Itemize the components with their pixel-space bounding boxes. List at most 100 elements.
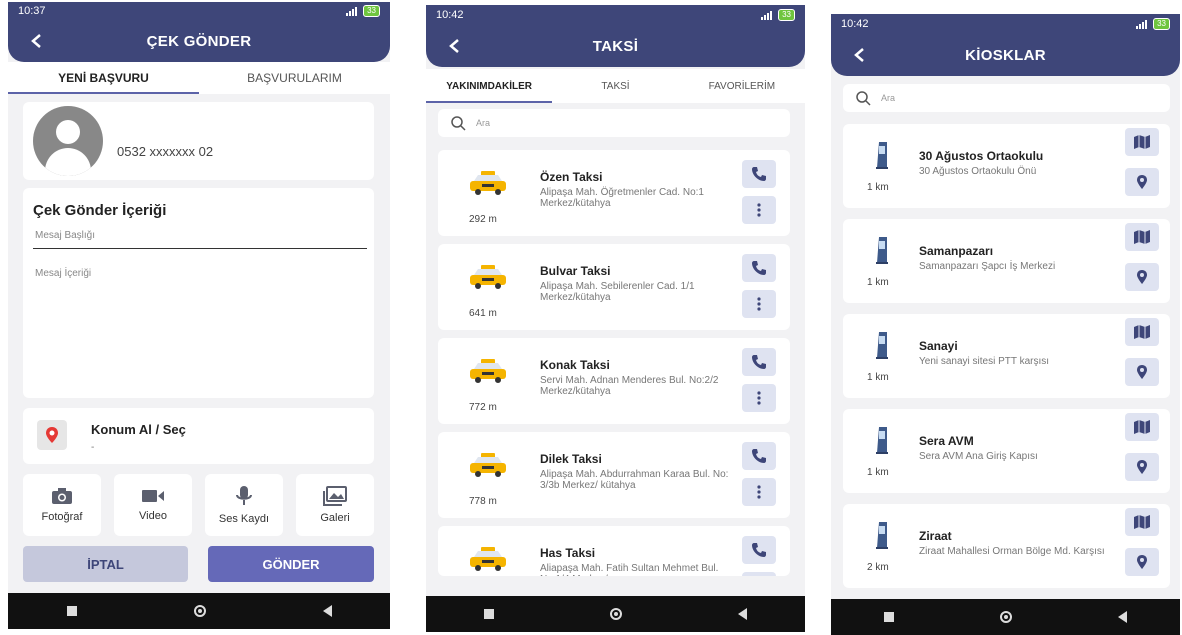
- taxi-list-item[interactable]: 292 m Özen Taksi Alipaşa Mah. Öğretmenle…: [438, 150, 790, 236]
- back-icon[interactable]: [738, 608, 747, 620]
- app-bar: ÇEK GÖNDER: [8, 20, 390, 62]
- more-options-button[interactable]: [742, 290, 776, 318]
- system-nav-bar: [8, 593, 390, 629]
- search-input[interactable]: Ara: [843, 84, 1170, 112]
- location-button[interactable]: [1125, 358, 1159, 386]
- map-button[interactable]: [1125, 413, 1159, 441]
- tab-nearby[interactable]: YAKINIMDAKİLER: [426, 69, 553, 103]
- voice-record-button[interactable]: Ses Kaydı: [205, 474, 283, 536]
- send-button[interactable]: GÖNDER: [208, 546, 374, 582]
- kiosk-list-item[interactable]: 2 km Ziraat Ziraat Mahallesi Orman Bölge…: [843, 504, 1170, 588]
- location-button[interactable]: [1125, 548, 1159, 576]
- taxi-name: Dilek Taksi: [540, 452, 602, 466]
- kiosk-list-item[interactable]: 1 km Samanpazarı Samanpazarı Şapcı İş Me…: [843, 219, 1170, 303]
- photo-button[interactable]: Fotoğraf: [23, 474, 101, 536]
- call-button[interactable]: [742, 160, 776, 188]
- kiosk-distance: 1 km: [867, 467, 889, 478]
- more-options-button[interactable]: [742, 196, 776, 224]
- kiosk-distance: 2 km: [867, 562, 889, 573]
- back-arrow-icon[interactable]: [849, 44, 871, 66]
- map-icon: [1134, 325, 1150, 339]
- location-button[interactable]: [1125, 263, 1159, 291]
- page-title: ÇEK GÖNDER: [146, 32, 252, 50]
- tab-my-applications[interactable]: BAŞVURULARIM: [199, 62, 390, 94]
- location-button[interactable]: [1125, 453, 1159, 481]
- kiosk-list-item[interactable]: 1 km Sanayi Yeni sanayi sitesi PTT karşı…: [843, 314, 1170, 398]
- subject-underline: [33, 248, 367, 249]
- video-button[interactable]: Video: [114, 474, 192, 536]
- map-button[interactable]: [1125, 318, 1159, 346]
- status-bar: 10:42 33: [831, 14, 1180, 34]
- recent-apps-icon[interactable]: [484, 609, 494, 619]
- signal-icon: [761, 10, 773, 20]
- location-card[interactable]: Konum Al / Seç -: [23, 408, 374, 464]
- phone-cek-gonder: 10:37 33 ÇEK GÖNDER YENİ BAŞVURU BAŞVURU…: [8, 2, 390, 629]
- map-button[interactable]: [1125, 128, 1159, 156]
- search-icon: [451, 116, 466, 131]
- taxi-list-item[interactable]: 772 m Konak Taksi Servi Mah. Adnan Mende…: [438, 338, 790, 424]
- kiosk-list-item[interactable]: 1 km 30 Ağustos Ortaokulu 30 Ağustos Ort…: [843, 124, 1170, 208]
- taxi-address: Alipaşa Mah. Öğretmenler Cad. No:1 Merke…: [540, 187, 704, 209]
- search-input[interactable]: Ara: [438, 109, 790, 137]
- more-vertical-icon: [757, 485, 761, 499]
- more-vertical-icon: [757, 297, 761, 311]
- map-button[interactable]: [1125, 223, 1159, 251]
- call-button[interactable]: [742, 348, 776, 376]
- photo-label: Fotoğraf: [41, 511, 83, 523]
- taxi-address: Aliapaşa Mah. Fatih Sultan Mehmet Bul. N…: [540, 563, 719, 576]
- more-options-button[interactable]: [742, 384, 776, 412]
- home-icon[interactable]: [1000, 611, 1012, 623]
- map-button[interactable]: [1125, 508, 1159, 536]
- back-arrow-icon[interactable]: [26, 30, 48, 52]
- back-icon[interactable]: [1118, 611, 1127, 623]
- content-input[interactable]: Mesaj İçeriği: [35, 268, 91, 279]
- battery-icon: 33: [1153, 18, 1170, 30]
- map-icon: [1134, 420, 1150, 434]
- taxi-name: Özen Taksi: [540, 170, 603, 184]
- taxi-icon: [468, 358, 508, 389]
- kiosk-list-item[interactable]: 1 km Sera AVM Sera AVM Ana Giriş Kapısı: [843, 409, 1170, 493]
- phone-taksi: 10:42 33 TAKSİ YAKINIMDAKİLER TAKSİ FAVO…: [426, 5, 805, 632]
- app-bar: TAKSİ: [426, 25, 805, 67]
- location-button[interactable]: [1125, 168, 1159, 196]
- gallery-button[interactable]: Galeri: [296, 474, 374, 536]
- recent-apps-icon[interactable]: [884, 612, 894, 622]
- taxi-list-item[interactable]: 778 m Dilek Taksi Alipaşa Mah. Abdurrahm…: [438, 432, 790, 518]
- page-title: TAKSİ: [592, 37, 639, 55]
- recent-apps-icon[interactable]: [66, 606, 77, 616]
- more-options-button[interactable]: [742, 478, 776, 506]
- more-options-button[interactable]: [742, 572, 776, 576]
- phone-icon: [752, 261, 766, 275]
- profile-phone-number: 0532 xxxxxxx 02: [117, 144, 214, 159]
- taxi-name: Has Taksi: [540, 546, 596, 560]
- tab-favorites[interactable]: FAVORİLERİM: [679, 69, 805, 103]
- home-icon[interactable]: [193, 605, 206, 617]
- tab-taxi[interactable]: TAKSİ: [552, 69, 678, 103]
- avatar: [33, 106, 103, 176]
- taxi-list-item[interactable]: Has Taksi Aliapaşa Mah. Fatih Sultan Meh…: [438, 526, 790, 576]
- system-nav-bar: [831, 599, 1180, 635]
- call-button[interactable]: [742, 254, 776, 282]
- subject-input[interactable]: Mesaj Başlığı: [35, 230, 95, 241]
- back-arrow-icon[interactable]: [444, 35, 466, 57]
- location-pin-icon: [1137, 555, 1147, 569]
- kiosk-distance: 1 km: [867, 182, 889, 193]
- call-button[interactable]: [742, 536, 776, 564]
- cancel-button[interactable]: İPTAL: [23, 546, 188, 582]
- back-icon[interactable]: [322, 605, 332, 617]
- form-title: Çek Gönder İçeriği: [33, 202, 167, 219]
- kiosk-icon: [873, 235, 893, 270]
- kiosk-distance: 1 km: [867, 277, 889, 288]
- taxi-list-item[interactable]: 641 m Bulvar Taksi Alipaşa Mah. Sebilere…: [438, 244, 790, 330]
- tab-new-application[interactable]: YENİ BAŞVURU: [8, 62, 199, 94]
- home-icon[interactable]: [610, 608, 622, 620]
- phone-icon: [752, 543, 766, 557]
- location-pin-icon: [1137, 460, 1147, 474]
- location-pin-icon: [37, 420, 67, 450]
- microphone-icon: [236, 486, 252, 505]
- kiosk-name: Sera AVM: [919, 434, 974, 448]
- taxi-address: Alipaşa Mah. Abdurrahman Karaa Bul. No: …: [540, 469, 729, 491]
- call-button[interactable]: [742, 442, 776, 470]
- video-label: Video: [139, 510, 167, 522]
- tab-bar: YAKINIMDAKİLER TAKSİ FAVORİLERİM: [426, 69, 805, 103]
